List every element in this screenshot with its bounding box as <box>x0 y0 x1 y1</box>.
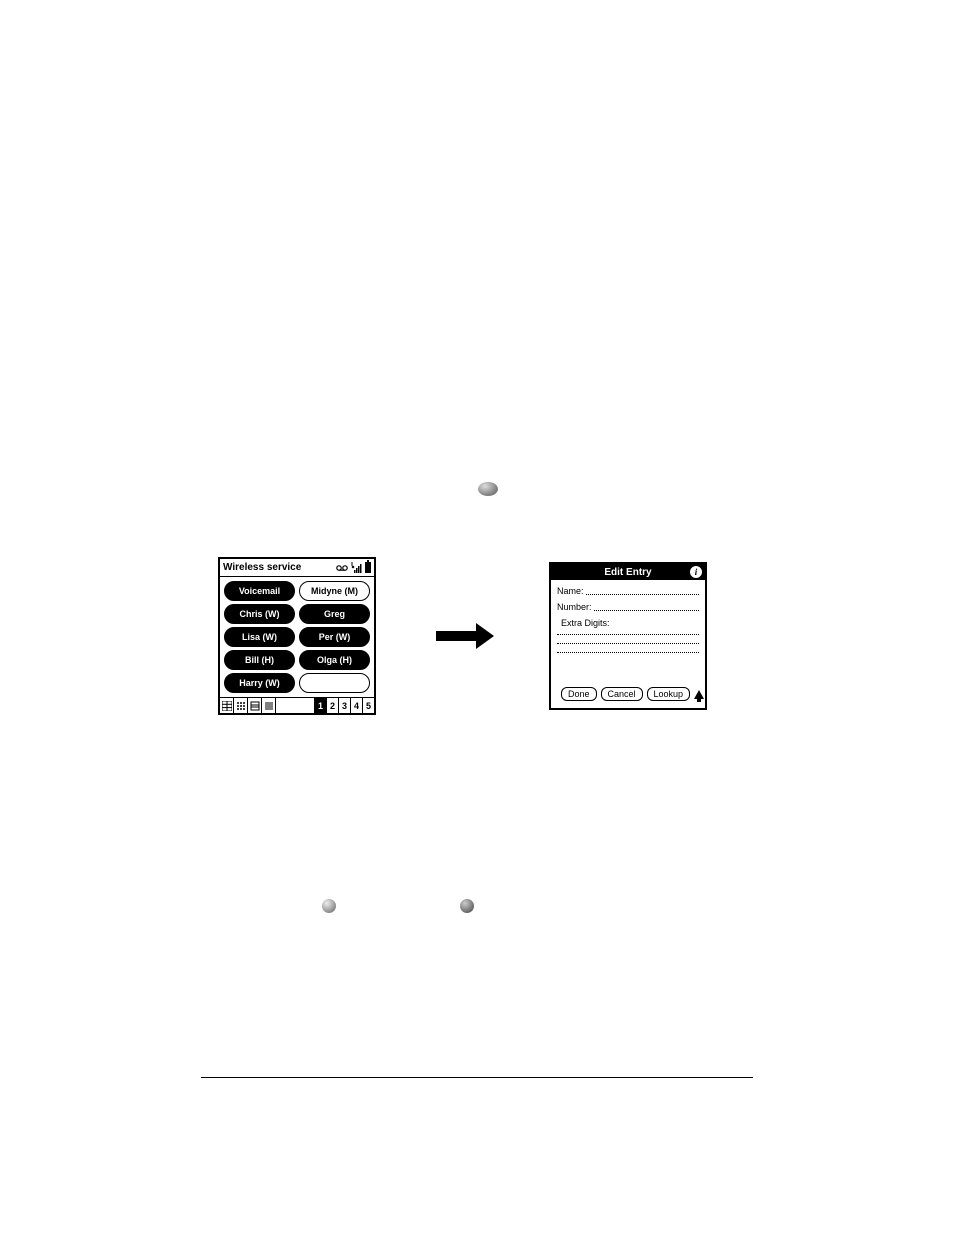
option-button-icon <box>322 899 336 913</box>
speed-dial-grid: Voicemail Midyne (M) Chris (W) Greg Lisa… <box>220 577 374 697</box>
dialog-title-bar: Edit Entry i <box>551 564 705 580</box>
voicemail-icon <box>336 564 348 572</box>
number-input[interactable] <box>594 610 699 611</box>
view-icon-dialpad[interactable] <box>234 698 248 713</box>
speed-dial-screen: Wireless service Voicemail Midyne (M) Ch… <box>218 557 376 715</box>
extra-digits-line[interactable] <box>557 643 699 644</box>
phonebook-button-icon <box>478 482 498 496</box>
view-icon-list[interactable] <box>262 698 276 713</box>
name-label: Name: <box>557 586 584 596</box>
speed-dial-button[interactable]: Bill (H) <box>224 650 295 670</box>
name-input[interactable] <box>586 594 699 595</box>
shift-indicator-icon <box>694 690 704 699</box>
speed-dial-button[interactable]: Voicemail <box>224 581 295 601</box>
number-label: Number: <box>557 602 592 612</box>
speed-dial-empty-slot[interactable] <box>299 673 370 693</box>
extra-digits-label: Extra Digits: <box>561 618 699 628</box>
info-icon[interactable]: i <box>690 566 702 578</box>
speed-dial-button[interactable]: Lisa (W) <box>224 627 295 647</box>
speed-dial-button[interactable]: Midyne (M) <box>299 581 370 601</box>
speed-dial-button[interactable]: Chris (W) <box>224 604 295 624</box>
status-bar: Wireless service <box>220 559 374 577</box>
extra-digits-line[interactable] <box>557 652 699 653</box>
view-icon-contacts[interactable] <box>248 698 262 713</box>
figure-row: Wireless service Voicemail Midyne (M) Ch… <box>218 556 738 716</box>
page-number[interactable]: 2 <box>326 698 338 713</box>
view-icon-grid[interactable] <box>220 698 234 713</box>
cancel-button[interactable]: Cancel <box>601 687 643 701</box>
signal-icon <box>351 562 362 573</box>
edit-entry-dialog: Edit Entry i Name: Number: Extra Digits: <box>549 562 707 710</box>
speed-dial-button[interactable]: Per (W) <box>299 627 370 647</box>
page-number[interactable]: 1 <box>314 698 326 713</box>
extra-digits-line[interactable] <box>557 634 699 635</box>
arrow-icon <box>436 623 494 649</box>
battery-icon <box>365 562 371 573</box>
name-field-row: Name: <box>557 586 699 596</box>
carrier-label: Wireless service <box>223 562 301 573</box>
horizontal-rule <box>201 1077 753 1078</box>
dialog-title: Edit Entry <box>604 567 651 578</box>
speed-dial-button[interactable]: Olga (H) <box>299 650 370 670</box>
done-button[interactable]: Done <box>561 687 597 701</box>
page-number[interactable]: 3 <box>338 698 350 713</box>
page-number[interactable]: 5 <box>362 698 374 713</box>
page-selector: 1 2 3 4 5 <box>314 698 374 713</box>
speed-dial-button[interactable]: Greg <box>299 604 370 624</box>
speed-dial-button[interactable]: Harry (W) <box>224 673 295 693</box>
page-number[interactable]: 4 <box>350 698 362 713</box>
number-field-row: Number: <box>557 602 699 612</box>
dialog-button-row: Done Cancel Lookup <box>557 684 699 704</box>
footer-bar: 1 2 3 4 5 <box>220 697 374 713</box>
lookup-button[interactable]: Lookup <box>647 687 691 701</box>
menu-button-icon <box>460 899 474 913</box>
